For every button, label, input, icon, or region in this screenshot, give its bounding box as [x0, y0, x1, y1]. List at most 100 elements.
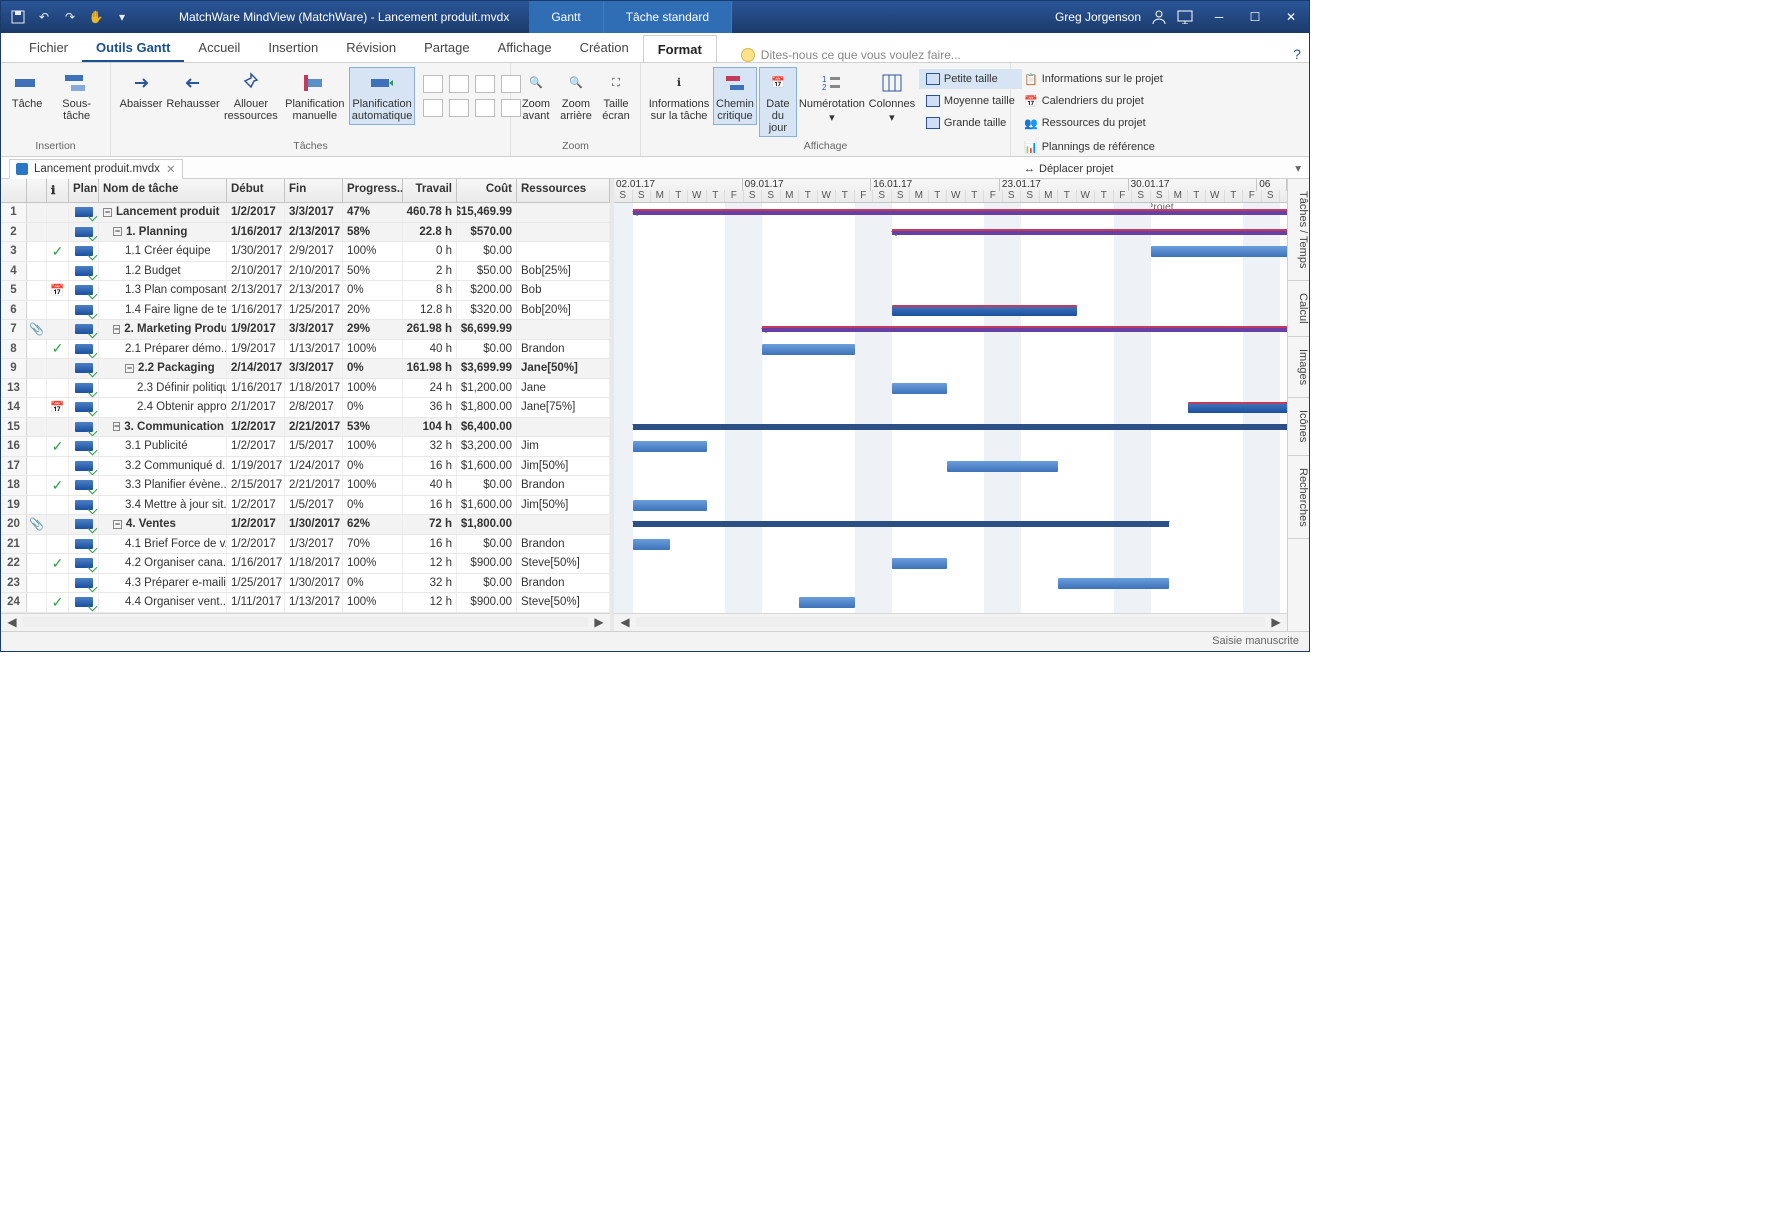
btn-zoom-avant[interactable]: 🔍Zoom avant	[517, 67, 555, 125]
task-name-cell[interactable]: 2.1 Préparer démo...	[99, 340, 227, 359]
task-bar[interactable]	[1058, 578, 1169, 589]
side-tab-icones[interactable]: Icônes	[1288, 398, 1309, 455]
table-row[interactable]: 15−3. Communication1/2/20172/21/201753%1…	[1, 418, 610, 438]
tab-format[interactable]: Format	[643, 35, 717, 62]
tell-me-search[interactable]: Dites-nous ce que vous voulez faire...	[717, 48, 1285, 62]
table-row[interactable]: 61.4 Faire ligne de te...1/16/20171/25/2…	[1, 301, 610, 321]
unlink-tasks-icon[interactable]	[449, 75, 469, 93]
recurring-icon[interactable]	[449, 99, 469, 117]
tab-affichage[interactable]: Affichage	[484, 34, 566, 62]
side-tab-recherches[interactable]: Recherches	[1288, 456, 1309, 540]
table-row[interactable]: 18✓3.3 Planifier évène...2/15/20172/21/2…	[1, 476, 610, 496]
table-row[interactable]: 173.2 Communiqué d...1/19/20171/24/20170…	[1, 457, 610, 477]
close-button[interactable]: ✕	[1273, 1, 1309, 33]
context-tab-tache[interactable]: Tâche standard	[604, 1, 732, 33]
task-name-cell[interactable]: 2.3 Définir politique...	[99, 379, 227, 398]
tab-accueil[interactable]: Accueil	[184, 34, 254, 62]
task-name-cell[interactable]: 4.4 Organiser vent...	[99, 593, 227, 612]
side-tab-taches[interactable]: Tâches / Temps	[1288, 179, 1309, 281]
tab-menu-icon[interactable]: ▾	[1287, 161, 1309, 175]
milestone-icon[interactable]	[423, 99, 443, 117]
btn-ressources-projet[interactable]: 👥Ressources du projet	[1017, 113, 1170, 133]
task-name-cell[interactable]: 1.2 Budget	[99, 262, 227, 281]
gantt-body[interactable]	[614, 203, 1287, 613]
table-row[interactable]: 20📎−4. Ventes1/2/20171/30/201762%72 h$1,…	[1, 515, 610, 535]
summary-bar[interactable]	[633, 424, 1288, 430]
col-travail[interactable]: Travail	[403, 179, 457, 202]
table-row[interactable]: 1−Lancement produit1/2/20173/3/201747%46…	[1, 203, 610, 223]
scroll-track[interactable]	[23, 617, 588, 627]
table-row[interactable]: 22✓4.2 Organiser cana...1/16/20171/18/20…	[1, 554, 610, 574]
col-plan[interactable]: Plan...	[69, 179, 99, 202]
undo-icon[interactable]: ↶	[35, 8, 53, 26]
minimize-button[interactable]: ─	[1201, 1, 1237, 33]
btn-grande-taille[interactable]: Grande taille	[919, 113, 1022, 133]
link-tasks-icon[interactable]	[423, 75, 443, 93]
table-row[interactable]: 7📎−2. Marketing Produit1/9/20173/3/20172…	[1, 320, 610, 340]
col-cout[interactable]: Coût	[457, 179, 517, 202]
summary-bar[interactable]	[762, 326, 1287, 332]
btn-info-projet[interactable]: 📋Informations sur le projet	[1017, 69, 1170, 89]
task-bar[interactable]	[799, 597, 855, 608]
status-text[interactable]: Saisie manuscrite	[1212, 635, 1299, 647]
collapse-icon[interactable]: −	[103, 208, 112, 217]
btn-rehausser[interactable]: Rehausser	[167, 67, 219, 113]
close-tab-icon[interactable]: ✕	[166, 162, 176, 176]
col-ressources[interactable]: Ressources	[517, 179, 610, 202]
doc-tab[interactable]: Lancement produit.mvdx ✕	[9, 159, 183, 179]
help-icon[interactable]: ?	[1285, 46, 1309, 62]
btn-abaisser[interactable]: Abaisser	[117, 67, 165, 113]
task-name-cell[interactable]: 1.4 Faire ligne de te...	[99, 301, 227, 320]
indicator-col-icon[interactable]: ℹ	[47, 179, 69, 202]
table-row[interactable]: 41.2 Budget2/10/20172/10/201750%2 h$50.0…	[1, 262, 610, 282]
table-row[interactable]: 14📅2.4 Obtenir approba...2/1/20172/8/201…	[1, 398, 610, 418]
btn-planif-auto[interactable]: Planification automatique	[349, 67, 416, 125]
btn-deplacer-projet[interactable]: ↔Déplacer projet	[1017, 159, 1162, 179]
btn-taille-ecran[interactable]: ⛶Taille écran	[597, 67, 635, 125]
task-bar[interactable]	[892, 383, 948, 394]
task-name-cell[interactable]: 2.4 Obtenir approba...	[99, 398, 227, 417]
collapse-icon[interactable]: −	[125, 364, 134, 373]
table-row[interactable]: 2−1. Planning1/16/20172/13/201758%22.8 h…	[1, 223, 610, 243]
btn-planif-manuelle[interactable]: Planification manuelle	[283, 67, 347, 125]
col-progress[interactable]: Progress...	[343, 179, 403, 202]
tab-partage[interactable]: Partage	[410, 34, 484, 62]
task-bar[interactable]	[633, 539, 670, 550]
btn-moyenne-taille[interactable]: Moyenne taille	[919, 91, 1022, 111]
task-bar[interactable]	[633, 500, 707, 511]
btn-zoom-arriere[interactable]: 🔍Zoom arrière	[557, 67, 595, 125]
task-name-cell[interactable]: −1. Planning	[99, 223, 227, 242]
task-name-cell[interactable]: 1.1 Créer équipe	[99, 242, 227, 261]
btn-colonnes[interactable]: Colonnes▾	[867, 67, 917, 127]
btn-petite-taille[interactable]: Petite taille	[919, 69, 1022, 89]
save-icon[interactable]	[9, 8, 27, 26]
grid-hscroll[interactable]: ◀ ▶	[1, 613, 610, 631]
task-bar[interactable]	[633, 441, 707, 452]
scroll-left-icon[interactable]: ◀	[618, 615, 632, 629]
task-name-cell[interactable]: 3.2 Communiqué d...	[99, 457, 227, 476]
summary-bar[interactable]	[633, 209, 1288, 215]
split-task-icon[interactable]	[475, 75, 495, 93]
maximize-button[interactable]: ☐	[1237, 1, 1273, 33]
table-row[interactable]: 24✓4.4 Organiser vent...1/11/20171/13/20…	[1, 593, 610, 613]
user-name[interactable]: Greg Jorgenson	[1055, 10, 1141, 24]
task-name-cell[interactable]: 4.2 Organiser cana...	[99, 554, 227, 573]
table-row[interactable]: 8✓2.1 Préparer démo...1/9/20171/13/20171…	[1, 340, 610, 360]
table-row[interactable]: 193.4 Mettre à jour sit...1/2/20171/5/20…	[1, 496, 610, 516]
scroll-right-icon[interactable]: ▶	[1269, 615, 1283, 629]
btn-sous-tache[interactable]: Sous-tâche	[49, 67, 104, 125]
tab-fichier[interactable]: Fichier	[15, 34, 82, 62]
col-debut[interactable]: Début	[227, 179, 285, 202]
collapse-icon[interactable]: −	[113, 520, 122, 529]
gantt-chart[interactable]: 02.01.1709.01.1716.01.1723.01.1730.01.17…	[614, 179, 1287, 631]
btn-date-jour[interactable]: 📅Date du jour	[759, 67, 797, 137]
task-bar[interactable]	[947, 461, 1058, 472]
col-name[interactable]: Nom de tâche	[99, 179, 227, 202]
tab-creation[interactable]: Création	[566, 34, 643, 62]
table-row[interactable]: 214.1 Brief Force de v...1/2/20171/3/201…	[1, 535, 610, 555]
table-row[interactable]: 3✓1.1 Créer équipe1/30/20172/9/2017100%0…	[1, 242, 610, 262]
collapse-icon[interactable]: −	[113, 325, 120, 334]
user-avatar-icon[interactable]	[1151, 9, 1167, 25]
btn-allouer-ressources[interactable]: Allouer ressources	[221, 67, 281, 125]
gantt-hscroll[interactable]: ◀ ▶	[614, 613, 1287, 631]
